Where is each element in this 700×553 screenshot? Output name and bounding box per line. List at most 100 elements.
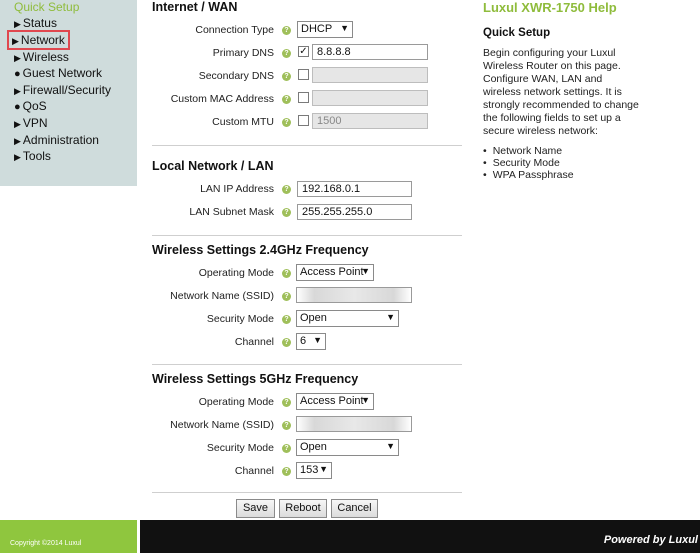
chevron-down-icon: ▼ [361, 266, 370, 276]
wifi24-channel-select[interactable]: 6 ▼ [296, 333, 326, 350]
sidebar-item-wireless[interactable]: ▶ Wireless [14, 50, 69, 64]
chevron-down-icon: ▼ [386, 441, 395, 451]
help-icon[interactable]: ? [282, 49, 291, 58]
help-icon[interactable]: ? [282, 398, 291, 407]
help-icon[interactable]: ? [282, 72, 291, 81]
chevron-down-icon: ▼ [361, 395, 370, 405]
bullet-icon: ● [14, 68, 21, 80]
sidebar-item-quick-setup[interactable]: Quick Setup [14, 0, 79, 14]
sidebar-item-label: Administration [22, 133, 99, 147]
sidebar-item-firewall-security[interactable]: ▶ Firewall/Security [14, 83, 111, 97]
triangle-right-icon: ▶ [14, 119, 21, 129]
wifi5-mode-select[interactable]: Access Point ▼ [296, 393, 374, 410]
sidebar-item-label: Status [22, 16, 57, 30]
triangle-right-icon: ▶ [14, 53, 21, 63]
sidebar-item-label: Tools [22, 149, 51, 163]
chevron-down-icon: ▼ [319, 464, 328, 474]
chevron-down-icon: ▼ [313, 335, 322, 345]
wifi24-mode-select[interactable]: Access Point ▼ [296, 264, 374, 281]
lan-subnet-input[interactable]: 255.255.255.0 [297, 204, 412, 220]
sidebar-nav: Quick Setup ▶ Status ▶ Network ▶ Wireless ●… [0, 0, 137, 186]
wifi24-ssid-label: Network Name (SSID) [170, 290, 274, 302]
wan-section-title: Internet / WAN [152, 0, 238, 14]
wifi5-security-value: Open [300, 441, 327, 453]
wifi5-mode-value: Access Point [300, 395, 364, 407]
sidebar-item-label: Wireless [22, 50, 69, 64]
help-panel-list: Network Name Security Mode WPA Passphras… [483, 145, 574, 181]
wifi24-security-value: Open [300, 312, 327, 324]
sidebar-item-label: Firewall/Security [22, 83, 111, 97]
custom-mac-checkbox[interactable] [298, 92, 309, 103]
triangle-right-icon: ▶ [14, 19, 21, 29]
lan-ip-label: LAN IP Address [200, 183, 274, 195]
sidebar-item-tools[interactable]: ▶ Tools [14, 149, 51, 163]
wifi5-ssid-input[interactable] [296, 416, 412, 432]
help-panel-subtitle: Quick Setup [483, 27, 551, 39]
help-icon[interactable]: ? [282, 95, 291, 104]
triangle-right-icon: ▶ [14, 86, 21, 96]
sidebar-item-guest-network[interactable]: ● Guest Network [14, 66, 102, 80]
custom-mac-label: Custom MAC Address [170, 93, 274, 105]
sidebar-item-vpn[interactable]: ▶ VPN [14, 116, 48, 130]
help-icon[interactable]: ? [282, 338, 291, 347]
help-icon[interactable]: ? [282, 467, 291, 476]
footer-powered-by: Powered by Luxul [140, 520, 700, 553]
wifi24-ssid-input[interactable] [296, 287, 412, 303]
reboot-button[interactable]: Reboot [279, 499, 327, 518]
wifi5-security-select[interactable]: Open ▼ [296, 439, 399, 456]
help-icon[interactable]: ? [282, 208, 291, 217]
primary-dns-checkbox[interactable]: ✓ [298, 46, 309, 57]
triangle-right-icon: ▶ [14, 136, 21, 146]
wifi24-section-title: Wireless Settings 2.4GHz Frequency [152, 243, 369, 257]
list-item: Network Name [483, 145, 574, 157]
sidebar-item-label: Guest Network [22, 66, 103, 80]
secondary-dns-checkbox[interactable] [298, 69, 309, 80]
wifi24-mode-value: Access Point [300, 266, 364, 278]
help-icon[interactable]: ? [282, 185, 291, 194]
list-item: Security Mode [483, 157, 574, 169]
sidebar-item-network[interactable]: ▶ Network [7, 30, 70, 50]
lan-ip-input[interactable]: 192.168.0.1 [297, 181, 412, 197]
help-icon[interactable]: ? [282, 444, 291, 453]
help-panel-title: Luxul XWR-1750 Help [483, 0, 617, 15]
wifi24-security-label: Security Mode [206, 313, 274, 325]
sidebar-item-label: Network [20, 33, 65, 47]
wifi5-security-label: Security Mode [206, 442, 274, 454]
help-icon[interactable]: ? [282, 315, 291, 324]
wifi5-mode-label: Operating Mode [198, 396, 274, 408]
section-divider [152, 492, 462, 493]
sidebar-item-label: VPN [22, 116, 48, 130]
bullet-icon: ● [14, 101, 21, 113]
lan-section-title: Local Network / LAN [152, 159, 274, 173]
sidebar-item-status[interactable]: ▶ Status [14, 16, 57, 30]
primary-dns-label: Primary DNS [212, 47, 274, 59]
help-icon[interactable]: ? [282, 269, 291, 278]
connection-type-value: DHCP [301, 23, 333, 35]
custom-mtu-input[interactable]: 1500 [312, 113, 428, 129]
wifi24-channel-label: Channel [234, 336, 274, 348]
primary-dns-input[interactable]: 8.8.8.8 [312, 44, 428, 60]
save-button[interactable]: Save [236, 499, 275, 518]
chevron-down-icon: ▼ [386, 312, 395, 322]
wifi24-mode-label: Operating Mode [198, 267, 274, 279]
connection-type-select[interactable]: DHCP ▼ [297, 21, 353, 38]
help-icon[interactable]: ? [282, 26, 291, 35]
section-divider [152, 235, 462, 236]
custom-mtu-checkbox[interactable] [298, 115, 309, 126]
wifi5-section-title: Wireless Settings 5GHz Frequency [152, 372, 359, 386]
help-icon[interactable]: ? [282, 118, 291, 127]
help-icon[interactable]: ? [282, 421, 291, 430]
cancel-button[interactable]: Cancel [331, 499, 378, 518]
sidebar-item-qos[interactable]: ● QoS [14, 99, 47, 113]
help-icon[interactable]: ? [282, 292, 291, 301]
secondary-dns-input[interactable] [312, 67, 428, 83]
footer-copyright: Copyright ©2014 Luxul [0, 520, 137, 553]
sidebar-item-administration[interactable]: ▶ Administration [14, 133, 99, 147]
wifi5-ssid-label: Network Name (SSID) [170, 419, 274, 431]
wifi24-security-select[interactable]: Open ▼ [296, 310, 399, 327]
custom-mac-input[interactable] [312, 90, 428, 106]
wifi5-channel-select[interactable]: 153 ▼ [296, 462, 332, 479]
secondary-dns-label: Secondary DNS [198, 70, 274, 82]
sidebar-item-label: QoS [22, 99, 47, 113]
chevron-down-icon: ▼ [340, 23, 349, 33]
